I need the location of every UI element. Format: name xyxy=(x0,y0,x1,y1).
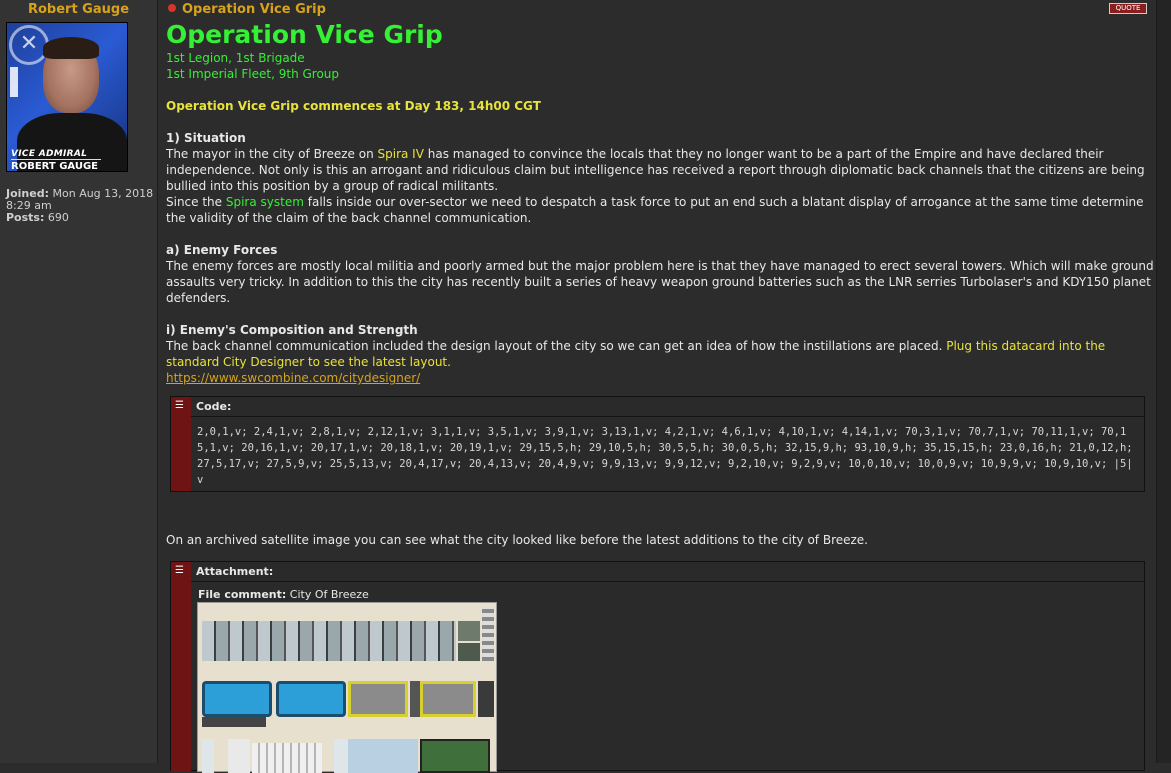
author-profile: Robert Gauge ✕ VICE ADMIRAL ROBERT GAUGE… xyxy=(0,0,158,763)
city-tile-tower xyxy=(478,681,494,717)
city-tile-factory-1 xyxy=(348,681,408,717)
attachment-divider xyxy=(191,581,1144,582)
avatar: ✕ VICE ADMIRAL ROBERT GAUGE xyxy=(6,22,128,172)
code-label: Code: xyxy=(196,400,232,413)
attachment-bar: ☰ xyxy=(171,562,191,772)
code-block: ☰ Code: 2,0,1,v; 2,4,1,v; 2,8,1,v; 2,12,… xyxy=(170,396,1145,492)
author-name[interactable]: Robert Gauge xyxy=(0,2,157,17)
faction-stripe xyxy=(10,67,18,97)
city-tile-small-2 xyxy=(228,739,250,773)
city-tile-green xyxy=(420,739,490,773)
file-comment: File comment: City Of Breeze xyxy=(198,588,369,601)
city-tile-small-1 xyxy=(202,739,214,773)
situation-text-c: Since the xyxy=(166,195,226,209)
forum-page: Robert Gauge ✕ VICE ADMIRAL ROBERT GAUGE… xyxy=(0,0,1171,773)
city-tile-pool-1 xyxy=(202,681,272,717)
situation-paragraph-2: Since the Spira system falls inside our … xyxy=(166,194,1154,226)
city-tile-small-3 xyxy=(334,739,348,773)
quote-button[interactable]: QUOTE xyxy=(1109,3,1147,14)
units-line-1: 1st Legion, 1st Brigade xyxy=(166,51,305,65)
avatar-rank: VICE ADMIRAL xyxy=(11,149,88,159)
spira-iv-link[interactable]: Spira IV xyxy=(378,147,424,161)
file-comment-value: City Of Breeze xyxy=(289,588,369,601)
city-tile-row-1 xyxy=(202,621,456,661)
avatar-name: ROBERT GAUGE xyxy=(11,159,101,171)
composition-text: The back channel communication included … xyxy=(166,339,947,353)
enemy-forces-text: The enemy forces are mostly local militi… xyxy=(166,259,1154,305)
post-content: Operation Vice Grip 1st Legion, 1st Brig… xyxy=(166,20,1154,386)
city-tile-plaza xyxy=(348,739,418,773)
code-bar: ☰ xyxy=(171,397,191,491)
post-body: Operation Vice Grip QUOTE Operation Vice… xyxy=(160,0,1156,773)
code-text[interactable]: 2,0,1,v; 2,4,1,v; 2,8,1,v; 2,12,1,v; 3,1… xyxy=(197,424,1137,488)
city-tile-factory-2 xyxy=(420,681,476,717)
list-icon: ☰ xyxy=(175,565,184,576)
profile-stats: Joined: Mon Aug 13, 2018 8:29 am Posts: … xyxy=(6,188,157,224)
avatar-hair xyxy=(43,37,99,59)
posts-label: Posts: xyxy=(6,211,45,224)
code-divider xyxy=(191,416,1144,417)
file-comment-label: File comment: xyxy=(198,588,287,601)
attachment-block: ☰ Attachment: File comment: City Of Bree… xyxy=(170,561,1145,773)
situation-paragraph-1: The mayor in the city of Breeze on Spira… xyxy=(166,146,1154,194)
post-subject[interactable]: Operation Vice Grip xyxy=(168,2,326,17)
city-map-image[interactable] xyxy=(197,602,497,773)
situation-text-a: The mayor in the city of Breeze on xyxy=(166,147,378,161)
units-line-2: 1st Imperial Fleet, 9th Group xyxy=(166,67,340,81)
city-tile-pool-2 xyxy=(276,681,346,717)
posts-row: Posts: 690 xyxy=(6,212,157,224)
list-icon: ☰ xyxy=(175,400,184,411)
joined-row: Joined: Mon Aug 13, 2018 8:29 am xyxy=(6,188,157,212)
situation-heading: 1) Situation xyxy=(166,131,246,145)
post-icon xyxy=(168,4,176,12)
attachment-label: Attachment: xyxy=(196,565,274,578)
situation-text-d: falls inside our over-sector we need to … xyxy=(166,195,1144,225)
city-tile-park-2 xyxy=(458,643,480,661)
scrollbar[interactable] xyxy=(1156,0,1171,763)
commence-line: Operation Vice Grip commences at Day 183… xyxy=(166,99,541,113)
city-tile-park xyxy=(458,621,480,641)
enemy-forces-heading: a) Enemy Forces xyxy=(166,243,278,257)
posts-value: 690 xyxy=(47,211,69,224)
city-designer-link[interactable]: https://www.swcombine.com/citydesigner/ xyxy=(166,371,420,385)
archived-note: On an archived satellite image you can s… xyxy=(166,533,868,547)
composition-paragraph: The back channel communication included … xyxy=(166,338,1154,370)
spira-system-link[interactable]: Spira system xyxy=(226,195,304,209)
composition-heading: i) Enemy's Composition and Strength xyxy=(166,323,418,337)
city-tile-road xyxy=(202,717,266,727)
post-subject-text: Operation Vice Grip xyxy=(182,2,326,17)
city-tile-houses xyxy=(252,743,322,773)
city-tile-column xyxy=(482,607,494,661)
post-title: Operation Vice Grip xyxy=(166,20,443,49)
